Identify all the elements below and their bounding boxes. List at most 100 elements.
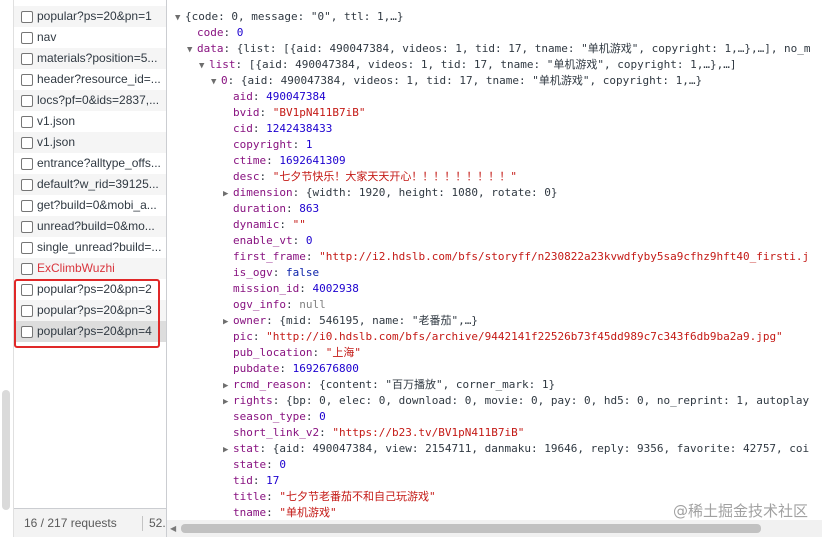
json-tree-line[interactable]: ▶ stat: {aid: 490047384, view: 2154711, d… (223, 441, 809, 457)
request-checkbox[interactable] (21, 179, 33, 191)
collapse-arrow-icon[interactable]: ▶ (223, 314, 233, 330)
json-tree-line[interactable]: ▼ list: [{aid: 490047384, videos: 1, tid:… (199, 57, 736, 73)
json-tree-line[interactable]: ▶ dimension: {width: 1920, height: 1080, … (223, 185, 558, 201)
json-key: desc (233, 170, 260, 183)
request-checkbox[interactable] (21, 11, 33, 23)
json-tree-line[interactable]: ▼ data: {list: [{aid: 490047384, videos: … (187, 41, 811, 57)
request-row[interactable]: locs?pf=0&ids=2837,... (14, 90, 166, 111)
json-value: 863 (299, 202, 320, 215)
json-value: : {content: "百万播放", corner_mark: 1} (305, 378, 556, 391)
gutter-scrollbar[interactable] (2, 390, 10, 510)
json-value: : {aid: 490047384, view: 2154711, danmak… (259, 442, 810, 455)
request-row[interactable]: single_unread?build=... (14, 237, 166, 258)
json-tree-line[interactable]: ▼ {code: 0, message: "0", ttl: 1,…} (175, 9, 404, 25)
json-value: : (285, 298, 300, 311)
collapse-arrow-icon[interactable]: ▶ (223, 186, 233, 202)
expand-arrow-icon[interactable]: ▼ (211, 74, 221, 90)
request-row[interactable]: materials?position=5... (14, 48, 166, 69)
collapse-arrow-icon[interactable]: ▶ (223, 378, 233, 394)
json-value: : {mid: 546195, name: "老番茄",…} (266, 314, 478, 327)
collapse-arrow-icon[interactable]: ▶ (223, 394, 233, 410)
request-checkbox[interactable] (21, 137, 33, 149)
request-checkbox[interactable] (21, 116, 33, 128)
scroll-left-arrow-icon[interactable]: ◀ (170, 524, 176, 533)
json-key: dimension (233, 186, 293, 199)
json-tree-line: copyright: 1 (223, 137, 312, 153)
request-row[interactable]: header?resource_id=... (14, 69, 166, 90)
json-value: : (259, 106, 273, 119)
json-value: "https://b23.tv/BV1pN411B7iB" (332, 426, 525, 439)
json-key: owner (233, 314, 267, 327)
json-value: : (252, 90, 267, 103)
json-tree-line: season_type: 0 (223, 409, 326, 425)
request-name: unread?build=0&mo... (37, 219, 155, 233)
json-key: copyright (233, 138, 293, 151)
json-value: : (285, 202, 300, 215)
request-checkbox[interactable] (21, 200, 33, 212)
request-row[interactable]: entrance?alltype_offs... (14, 153, 166, 174)
json-tree-line: pub_location: "上海" (223, 345, 361, 361)
json-value: 490047384 (266, 90, 326, 103)
status-divider (142, 516, 143, 531)
json-tree-line[interactable]: ▶ rights: {bp: 0, elec: 0, download: 0, m… (223, 393, 809, 409)
request-row[interactable]: get?build=0&mobi_a... (14, 195, 166, 216)
request-row[interactable]: popular?ps=20&pn=1 (14, 6, 166, 27)
request-checkbox[interactable] (21, 221, 33, 233)
request-row[interactable]: unread?build=0&mo... (14, 216, 166, 237)
json-tree-line: cid: 1242438433 (223, 121, 332, 137)
json-value: "七夕节快乐！大家天天开心！！！！！！！！！" (272, 170, 517, 183)
json-tree-line: pic: "http://i0.hdslb.com/bfs/archive/94… (223, 329, 783, 345)
json-tree-line: aid: 490047384 (223, 89, 326, 105)
json-value: : (266, 490, 280, 503)
json-tree-line: mission_id: 4002938 (223, 281, 359, 297)
request-row[interactable]: v1.json (14, 132, 166, 153)
request-count: 16 / 217 requests (24, 516, 117, 530)
json-key: state (233, 458, 267, 471)
json-tree-line: enable_vt: 0 (223, 233, 312, 249)
json-tree-line[interactable]: ▶ rcmd_reason: {content: "百万播放", corner_m… (223, 377, 555, 393)
horizontal-scrollbar-thumb[interactable] (181, 524, 761, 533)
horizontal-scrollbar[interactable]: ◀ (167, 520, 822, 537)
json-tree-line: tname: "单机游戏" (223, 505, 337, 520)
json-value: "单机游戏" (279, 506, 337, 519)
json-tree-line: ctime: 1692641309 (223, 153, 346, 169)
expand-arrow-icon[interactable]: ▼ (199, 58, 209, 74)
request-row[interactable]: v1.json (14, 111, 166, 132)
watermark: @稀土掘金技术社区 (672, 502, 808, 520)
json-value: : {width: 1920, height: 1080, rotate: 0} (292, 186, 558, 199)
request-name: materials?position=5... (37, 51, 158, 65)
json-key: rights (233, 394, 273, 407)
json-value: : (252, 122, 267, 135)
request-row[interactable]: default?w_rid=39125... (14, 174, 166, 195)
json-tree-line[interactable]: ▼ 0: {aid: 490047384, videos: 1, tid: 17,… (211, 73, 702, 89)
response-preview-pane: ▼ {code: 0, message: "0", ttl: 1,…} code: … (167, 0, 822, 520)
request-name: get?build=0&mobi_a... (37, 198, 157, 212)
json-key: mission_id (233, 282, 300, 295)
request-checkbox[interactable] (21, 263, 33, 275)
collapse-arrow-icon[interactable]: ▶ (223, 442, 233, 458)
request-name: v1.json (37, 135, 76, 149)
request-checkbox[interactable] (21, 53, 33, 65)
json-key: rcmd_reason (233, 378, 306, 391)
json-key: bvid (233, 106, 260, 119)
request-row[interactable]: nav (14, 27, 166, 48)
json-value: 0 (305, 234, 313, 247)
request-checkbox[interactable] (21, 158, 33, 170)
json-tree-line[interactable]: ▶ owner: {mid: 546195, name: "老番茄",…} (223, 313, 478, 329)
expand-arrow-icon[interactable]: ▼ (187, 42, 197, 58)
json-value: 0 (279, 458, 286, 471)
request-checkbox[interactable] (21, 242, 33, 254)
json-value: 0 (236, 26, 244, 39)
request-checkbox[interactable] (21, 95, 33, 107)
json-value: : (279, 362, 293, 375)
request-row[interactable]: ExClimbWuzhi (14, 258, 166, 279)
json-tree-line: duration: 863 (223, 201, 319, 217)
expand-arrow-icon[interactable]: ▼ (175, 10, 185, 26)
json-value: : (305, 410, 320, 423)
request-checkbox[interactable] (21, 32, 33, 44)
json-key: is_ogv (233, 266, 273, 279)
request-name: ExClimbWuzhi (37, 261, 115, 275)
json-value: "上海" (325, 346, 361, 359)
json-tree-line: is_ogv: false (223, 265, 319, 281)
request-checkbox[interactable] (21, 74, 33, 86)
